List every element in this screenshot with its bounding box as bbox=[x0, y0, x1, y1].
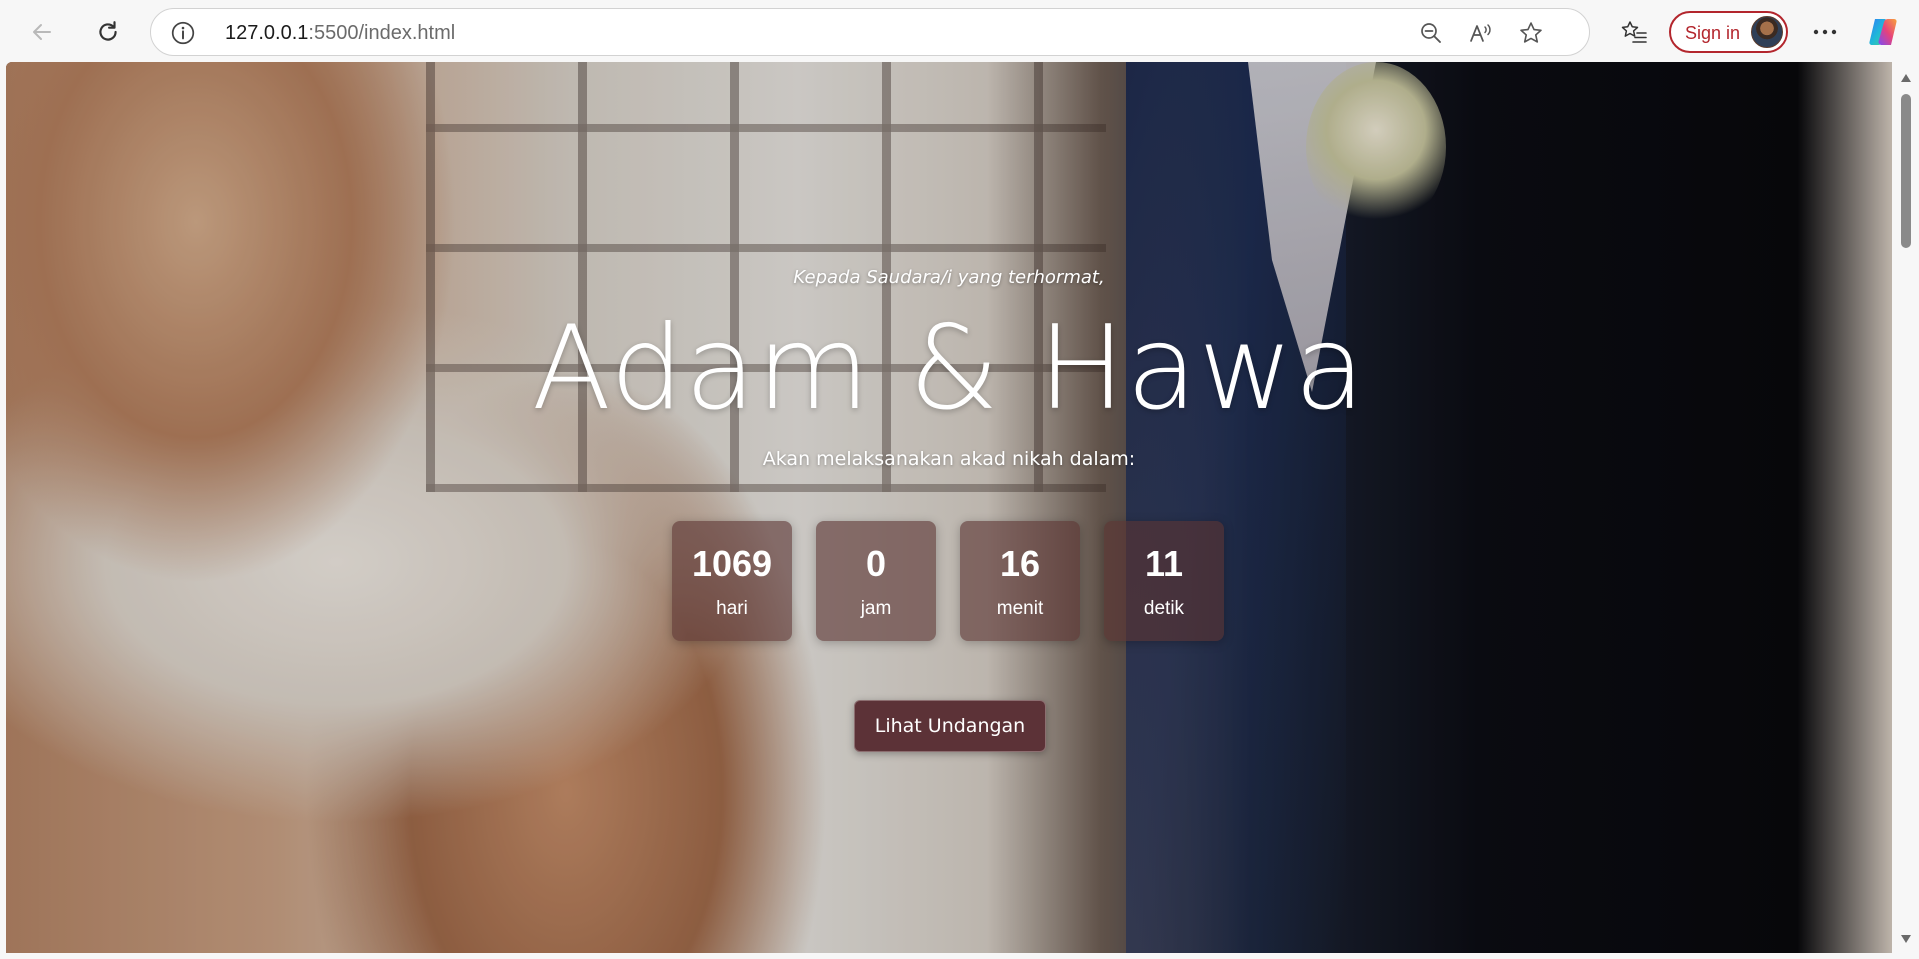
url-path: :5500/index.html bbox=[308, 22, 456, 44]
announcement-text: Akan melaksanakan akad nikah dalam: bbox=[762, 448, 1136, 470]
address-bar[interactable]: 127.0.0.1:5500/index.html bbox=[150, 8, 1590, 56]
zoom-out-button[interactable] bbox=[1417, 19, 1445, 47]
copilot-icon bbox=[1869, 19, 1897, 45]
countdown-value: 0 bbox=[865, 543, 887, 584]
scroll-up-arrow[interactable] bbox=[1900, 72, 1912, 84]
countdown-unit: detik bbox=[1143, 598, 1185, 619]
reload-icon bbox=[99, 21, 117, 41]
sign-in-label: Sign in bbox=[1685, 23, 1741, 43]
more-icon bbox=[1813, 29, 1837, 35]
greeting-text: Kepada Saudara/i yang terhormat, bbox=[793, 267, 1105, 288]
site-info-button[interactable] bbox=[169, 19, 197, 47]
favorite-button[interactable] bbox=[1517, 19, 1545, 47]
favorites-icon bbox=[1621, 21, 1647, 43]
star-icon bbox=[1520, 22, 1542, 43]
triangle-down-icon bbox=[1901, 935, 1911, 943]
countdown-timer: 1069 hari 0 jam 16 menit 11 detik bbox=[672, 521, 1224, 641]
back-arrow-icon bbox=[33, 24, 51, 40]
back-button[interactable] bbox=[22, 12, 62, 52]
url-host: 127.0.0.1 bbox=[225, 22, 309, 44]
countdown-seconds: 11 detik bbox=[1104, 521, 1224, 641]
countdown-value: 16 bbox=[999, 543, 1041, 584]
page-scrollbar[interactable] bbox=[1893, 62, 1919, 953]
countdown-hours: 0 jam bbox=[816, 521, 936, 641]
scroll-down-arrow[interactable] bbox=[1900, 933, 1912, 945]
countdown-value: 1069 bbox=[691, 543, 773, 584]
hero-section: Kepada Saudara/i yang terhormat, Adam & … bbox=[6, 62, 1892, 953]
countdown-unit: menit bbox=[996, 598, 1044, 619]
sign-in-button[interactable]: Sign in bbox=[1669, 11, 1788, 53]
countdown-value: 11 bbox=[1144, 543, 1184, 584]
triangle-up-icon bbox=[1901, 74, 1911, 82]
reload-button[interactable] bbox=[88, 12, 128, 52]
url-text[interactable]: 127.0.0.1:5500/index.html bbox=[225, 22, 455, 45]
countdown-unit: jam bbox=[860, 598, 892, 619]
countdown-minutes: 16 menit bbox=[960, 521, 1080, 641]
countdown-days: 1069 hari bbox=[672, 521, 792, 641]
read-aloud-icon bbox=[1470, 24, 1491, 42]
browser-toolbar: 127.0.0.1:5500/index.html Sign in bbox=[0, 0, 1919, 62]
copilot-button[interactable] bbox=[1866, 15, 1900, 49]
page-viewport: Kepada Saudara/i yang terhormat, Adam & … bbox=[6, 62, 1892, 953]
countdown-unit: hari bbox=[716, 598, 748, 619]
profile-avatar bbox=[1751, 16, 1783, 48]
zoom-out-icon bbox=[1421, 23, 1441, 43]
read-aloud-button[interactable] bbox=[1467, 19, 1495, 47]
info-icon bbox=[171, 21, 195, 45]
view-invitation-button[interactable]: Lihat Undangan bbox=[854, 700, 1046, 752]
more-button[interactable] bbox=[1805, 12, 1845, 52]
favorites-button[interactable] bbox=[1614, 12, 1654, 52]
scroll-thumb[interactable] bbox=[1901, 94, 1911, 248]
couple-names-title: Adam & Hawa bbox=[531, 301, 1367, 436]
